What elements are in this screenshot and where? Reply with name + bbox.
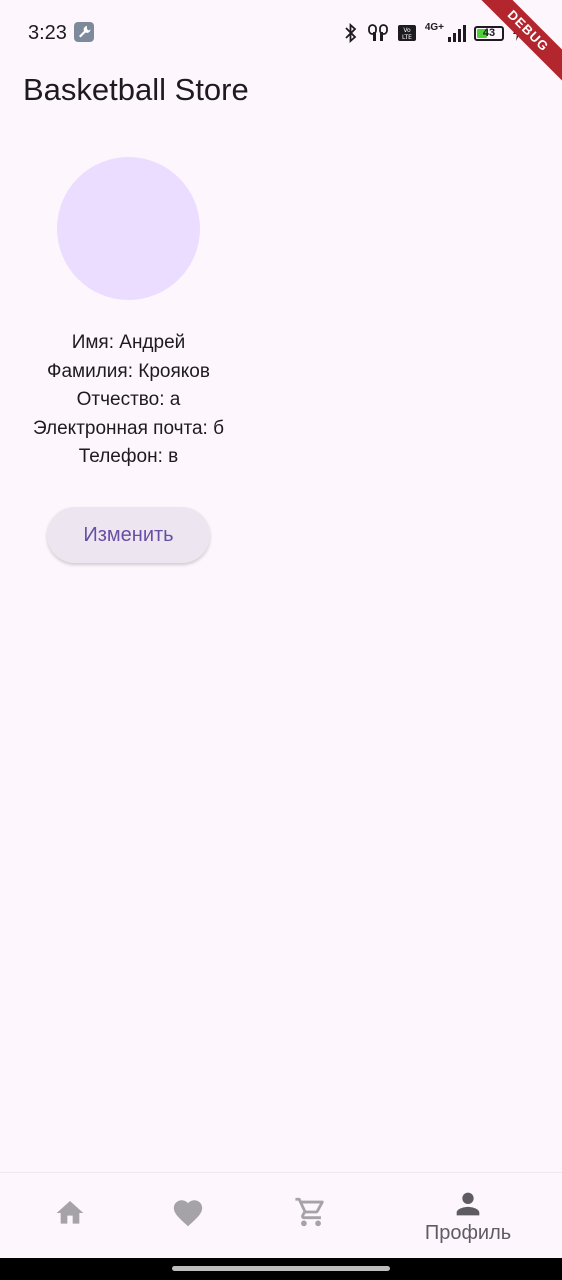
svg-text:LTE: LTE [402,34,412,41]
status-bar: 3:23 Vo LTE 4G+ 43 [0,0,562,68]
heart-icon [171,1196,205,1230]
system-navigation-bar [0,1258,562,1280]
bluetooth-icon [343,23,359,43]
volte-icon: Vo LTE [397,23,417,43]
status-time: 3:23 [28,22,67,44]
cart-icon [294,1195,328,1229]
last-name-text: Фамилия: Крояков [47,360,210,382]
status-icons: Vo LTE 4G+ 43 [343,22,522,44]
home-icon [54,1197,86,1229]
nav-item-profile[interactable]: Профиль [398,1173,538,1259]
wrench-icon [74,22,94,42]
battery-level: 43 [482,26,496,39]
gesture-handle[interactable] [172,1266,390,1271]
charging-icon [512,24,522,42]
phone-text: Телефон: в [78,446,179,467]
network-type: 4G+ [424,22,444,33]
signal-icon [448,24,466,42]
nav-item-cart[interactable] [241,1173,381,1259]
battery-icon: 43 [474,25,504,41]
patronymic-text: Отчество: а [76,389,181,410]
earbuds-icon [367,23,389,43]
email-text: Электронная почта: б [33,417,224,439]
svg-text:Vo: Vo [403,27,411,34]
profile-info: Имя: Андрей Фамилия: Крояков Отчество: а… [0,329,257,472]
person-icon [451,1187,485,1221]
first-name-text: Имя: Андрей [71,332,186,353]
page-title: Basketball Store [23,72,249,107]
nav-item-favorites[interactable] [118,1173,258,1259]
nav-label-profile: Профиль [424,1222,512,1244]
edit-profile-button[interactable]: Изменить [47,507,210,563]
avatar [57,157,200,300]
bottom-navigation: Профиль [0,1172,562,1259]
